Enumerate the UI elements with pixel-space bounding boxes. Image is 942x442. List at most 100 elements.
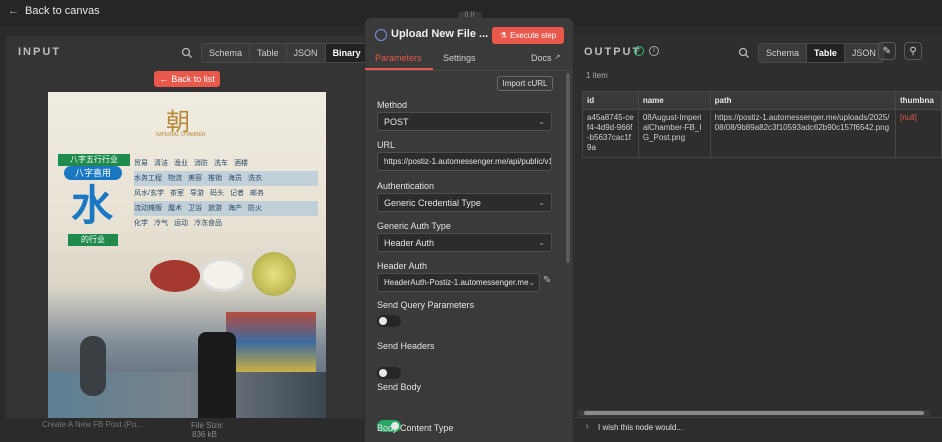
magician-figure-shape [198,332,236,418]
back-to-list-button[interactable]: ← Back to list [154,71,220,87]
poster-cell: 海产 [228,205,242,212]
poster-cell: 物流 [168,175,182,182]
tab-table[interactable]: Table [250,44,287,62]
generic-auth-type-select[interactable]: Header Auth ⌄ [377,233,552,252]
search-icon[interactable] [181,47,193,59]
tab-docs[interactable]: Docs ↗ [531,53,560,63]
header-auth-value: HeaderAuth-Postiz-1.automessenger.me [384,278,529,287]
input-title: INPUT [18,46,61,58]
input-view-tabs: Schema Table JSON Binary [201,43,369,63]
poster-row: 流动摊贩 魔术 卫浴 旅游 海产 防火 [134,201,318,216]
poster-cell: 码头 [209,190,224,197]
horizontal-scrollbar[interactable] [578,410,930,416]
previous-node-label[interactable]: Create A New FB Post (Po... [42,420,143,429]
authentication-label: Authentication [377,181,435,191]
arrow-left-icon: ← [159,74,169,84]
arrow-left-icon: ← [8,5,19,17]
poster-cell: 冷气 [154,220,168,227]
chevron-down-icon: ⌄ [538,238,545,247]
output-view-tabs: Schema Table JSON [758,43,884,63]
send-body-label: Send Body [377,382,422,392]
cell-path[interactable]: https://postiz-1.automessenger.me/upload… [709,109,897,158]
pin-data-button[interactable]: ⚲ [904,42,922,60]
divider [574,417,942,418]
poster-cell: 冷冻食品 [194,220,222,227]
tab-binary[interactable]: Binary [325,44,368,62]
send-headers-toggle[interactable] [377,367,401,379]
send-query-label: Send Query Parameters [377,300,475,310]
poster-cell: 酒楼 [234,160,248,167]
poster-banner-1: 八字五行行业 [58,154,130,166]
poster-cell: 记者 [229,190,244,197]
pencil-icon: ✎ [882,45,892,57]
poster-cell: 推销 [208,175,222,182]
poster-cell: 化学 [134,220,148,227]
tab-table[interactable]: Table [807,44,845,62]
input-panel: INPUT Schema Table JSON Binary ← Back to… [6,36,369,430]
tab-json[interactable]: JSON [287,44,326,62]
execute-step-label: Execute step [509,31,557,40]
header-auth-label: Header Auth [377,261,428,271]
flask-icon: ⚗ [499,31,507,40]
edit-output-button[interactable]: ✎ [878,42,896,60]
method-label: Method [377,100,408,110]
poster-row: 化学 冷气 运动 冷冻食品 [134,216,318,231]
scrollbar[interactable] [566,73,570,263]
tab-parameters[interactable]: Parameters [375,53,422,63]
method-select[interactable]: POST ⌄ [377,112,552,131]
tab-schema[interactable]: Schema [202,44,251,62]
file-size-value: 836 kB [192,430,217,439]
poster-logo-text: IMPERIAL CHAMBER [156,132,206,138]
generic-auth-type-label: Generic Auth Type [377,221,451,231]
header-auth-select[interactable]: HeaderAuth-Postiz-1.automessenger.me ⌄ [377,273,540,292]
drag-handle-icon[interactable]: ⠿⠿ [458,12,482,20]
scrollbar-thumb[interactable] [584,411,924,415]
pencil-icon[interactable]: ✎ [543,275,551,286]
poster-cell: 美容 [188,175,202,182]
poster-cell: 茶室 [169,190,184,197]
poster-cell: 流动摊贩 [134,205,162,212]
chevron-down-icon: ⌄ [538,198,545,207]
cell-name[interactable]: 08August-ImperialChamber-FB_IG_Post.png [637,109,711,158]
send-query-toggle[interactable] [377,315,401,327]
poster-big-char: 水 [70,181,113,230]
poster-cell: 洗衣 [248,175,262,182]
container-ship-shape [226,312,316,372]
feedback-link[interactable]: I wish this node would... [598,423,683,432]
success-check-icon: ✓ [634,46,644,56]
url-input[interactable]: https://postiz-1.automessenger.me/api/pu… [377,152,552,171]
poster-cell: 水务工程 [134,175,162,182]
poster-cell: 旅游 [208,205,222,212]
steak-shape [150,260,200,292]
execute-step-button[interactable]: ⚗ Execute step [492,27,564,44]
table-row: a45a8745-cef4-4d9d-966f-b5637cac1f9a 08A… [582,109,942,158]
output-table: id name path thumbna a45a8745-cef4-4d9d-… [582,91,942,158]
tab-schema[interactable]: Schema [759,44,808,62]
cell-id[interactable]: a45a8745-cef4-4d9d-966f-b5637cac1f9a [582,109,639,158]
output-panel: OUTPUT ✓ i Schema Table JSON ✎ ⚲ 1 item … [574,36,942,442]
node-title[interactable]: Upload New File ... [391,28,488,40]
import-curl-button[interactable]: Import cURL [497,76,553,91]
item-count: 1 item [586,71,608,80]
poster-cell: 海员 [228,175,242,182]
search-icon[interactable] [738,47,750,59]
poster-cell: 清洁 [154,160,168,167]
poster-cell: 消防 [194,160,208,167]
poster-banner-3: 的行业 [68,234,118,246]
back-to-canvas-label: Back to canvas [25,5,100,17]
poster-cell: 贸易 [134,160,148,167]
url-value: https://postiz-1.automessenger.me/api/pu… [384,157,552,166]
cell-thumbnail[interactable]: [null] [895,109,942,158]
back-to-canvas-button[interactable]: ← Back to canvas [8,5,100,17]
body-content-type-label: Body Content Type [377,423,454,433]
output-table-container: id name path thumbna a45a8745-cef4-4d9d-… [582,91,942,411]
authentication-select[interactable]: Generic Credential Type ⌄ [377,193,552,212]
tab-settings[interactable]: Settings [443,53,476,63]
url-label: URL [377,140,396,150]
poster-grid: 贸易 清洁 渔业 消防 洗车 酒楼 水务工程 物流 美容 推销 海员 洗衣 风水/玄学 茶室 导游 码头记… [134,156,318,231]
docs-label: Docs [531,53,552,63]
column-header-path: path [709,91,897,110]
poster-cell: 渔业 [174,160,188,167]
coffee-cup-shape [200,258,246,292]
info-icon[interactable]: i [649,46,659,56]
